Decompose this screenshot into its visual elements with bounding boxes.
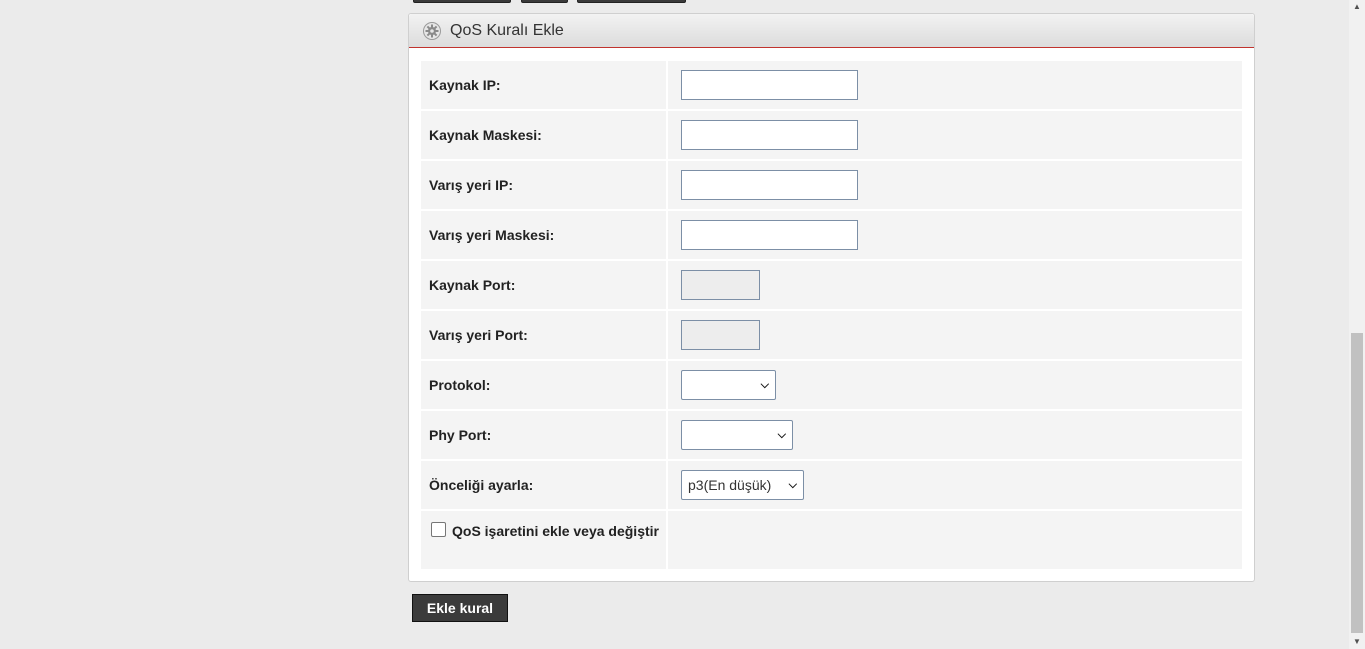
source-ip-input[interactable]	[681, 70, 858, 100]
form-row-qos-mark: QoS işaretini ekle veya değiştir	[421, 511, 1242, 569]
dest-ip-input[interactable]	[681, 170, 858, 200]
form-row-source-mask: Kaynak Maskesi:	[421, 111, 1242, 159]
priority-selected-value: p3(En düşük)	[688, 477, 772, 493]
scroll-down-icon[interactable]: ▼	[1353, 637, 1361, 646]
protocol-label: Protokol:	[421, 361, 666, 409]
top-button-2[interactable]	[521, 0, 568, 3]
qos-rule-panel: QoS Kuralı Ekle Kaynak IP: Kaynak Maskes…	[408, 13, 1255, 582]
scroll-up-icon[interactable]: ▲	[1353, 2, 1361, 11]
phy-port-label: Phy Port:	[421, 411, 666, 459]
form-row-protocol: Protokol: ⌵	[421, 361, 1242, 409]
form-row-dest-ip: Varış yeri IP:	[421, 161, 1242, 209]
protocol-select[interactable]: ⌵	[681, 370, 776, 400]
chevron-down-icon: ⌵	[788, 478, 797, 491]
top-button-3[interactable]	[577, 0, 686, 3]
qos-form: Kaynak IP: Kaynak Maskesi: Varış yeri IP…	[421, 61, 1242, 571]
form-row-dest-port: Varış yeri Port:	[421, 311, 1242, 359]
phy-port-select[interactable]: ⌵	[681, 420, 793, 450]
add-rule-button[interactable]: Ekle kural	[412, 594, 508, 622]
form-row-phy-port: Phy Port: ⌵	[421, 411, 1242, 459]
qos-mark-label: QoS işaretini ekle veya değiştir	[452, 523, 659, 539]
panel-title: QoS Kuralı Ekle	[450, 21, 564, 39]
source-mask-input[interactable]	[681, 120, 858, 150]
chevron-down-icon: ⌵	[760, 378, 769, 391]
dest-ip-label: Varış yeri IP:	[421, 161, 666, 209]
form-row-source-port: Kaynak Port:	[421, 261, 1242, 309]
source-port-input[interactable]	[681, 270, 760, 300]
scrollbar-thumb[interactable]	[1351, 333, 1363, 633]
qos-mark-value-cell	[668, 511, 1242, 569]
source-ip-label: Kaynak IP:	[421, 61, 666, 109]
chevron-down-icon: ⌵	[777, 428, 786, 441]
dest-mask-label: Varış yeri Maskesi:	[421, 211, 666, 259]
form-row-source-ip: Kaynak IP:	[421, 61, 1242, 109]
priority-select[interactable]: p3(En düşük) ⌵	[681, 470, 804, 500]
form-row-dest-mask: Varış yeri Maskesi:	[421, 211, 1242, 259]
dest-mask-input[interactable]	[681, 220, 858, 250]
panel-header: QoS Kuralı Ekle	[409, 14, 1254, 48]
gear-icon	[423, 21, 441, 40]
source-port-label: Kaynak Port:	[421, 261, 666, 309]
scrollbar[interactable]: ▲ ▼	[1349, 0, 1365, 649]
dest-port-input[interactable]	[681, 320, 760, 350]
dest-port-label: Varış yeri Port:	[421, 311, 666, 359]
top-button-1[interactable]	[413, 0, 511, 3]
priority-label: Önceliği ayarla:	[421, 461, 666, 509]
qos-mark-checkbox[interactable]	[431, 522, 446, 537]
source-mask-label: Kaynak Maskesi:	[421, 111, 666, 159]
form-row-priority: Önceliği ayarla: p3(En düşük) ⌵	[421, 461, 1242, 509]
qos-mark-cell: QoS işaretini ekle veya değiştir	[421, 511, 666, 569]
